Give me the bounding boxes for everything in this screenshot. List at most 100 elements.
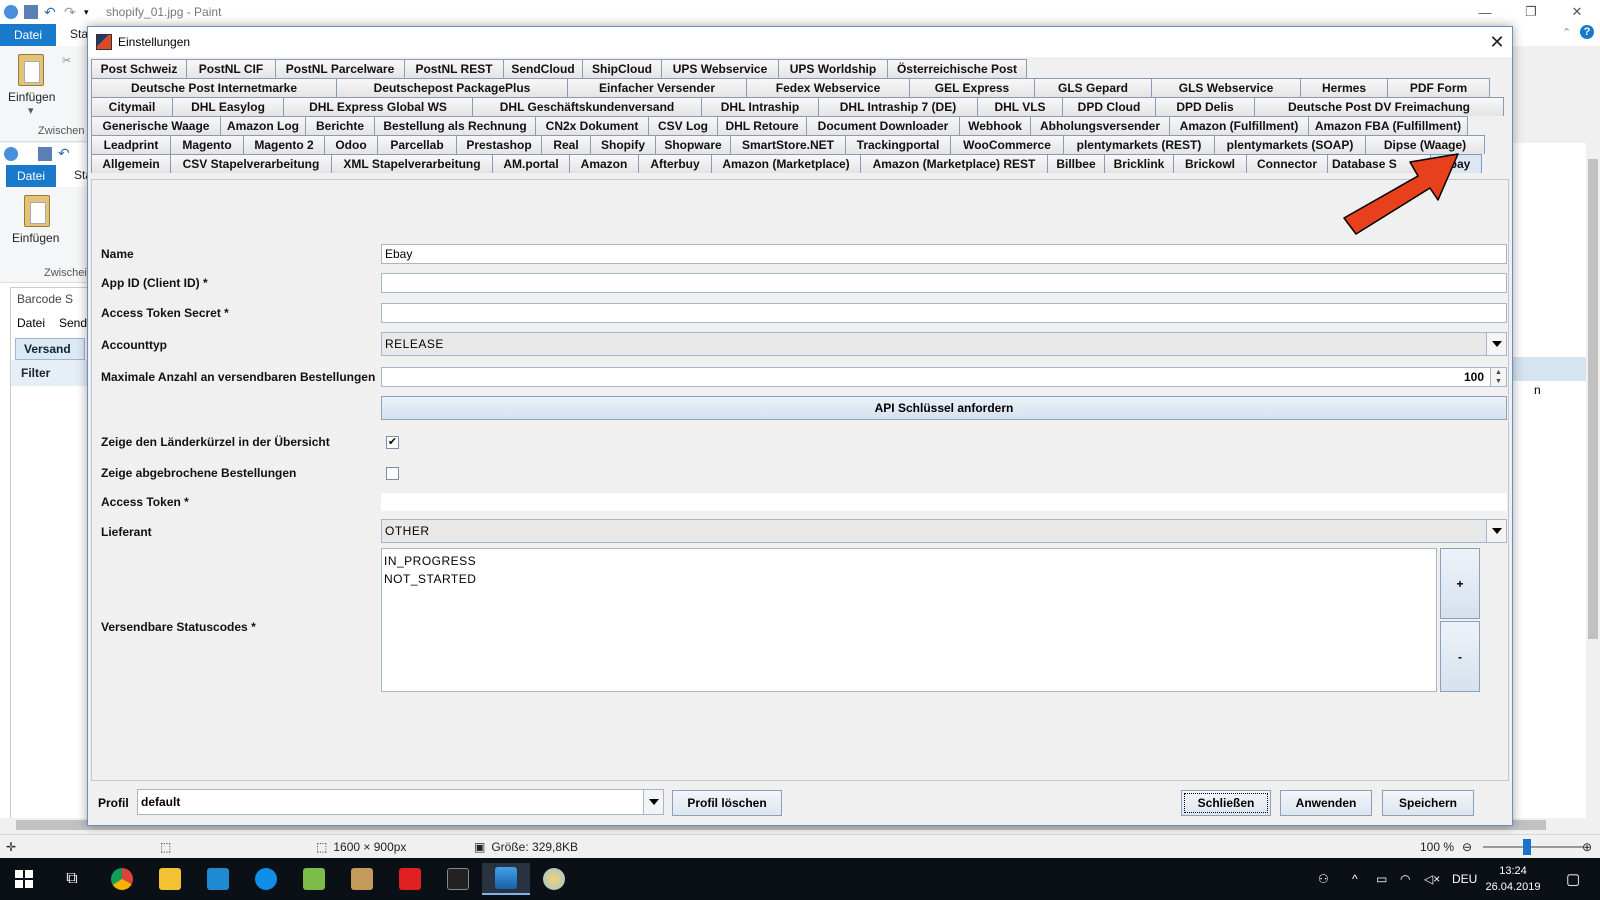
tab-hermes[interactable]: Hermes bbox=[1300, 78, 1388, 97]
barcode-filter-bar[interactable]: Filter bbox=[11, 360, 91, 386]
barcode-menu-send[interactable]: Send bbox=[59, 316, 87, 330]
tab-oesterreichische-post[interactable]: Österreichische Post bbox=[887, 59, 1027, 78]
ribbon-collapse-icon[interactable]: ⌃ bbox=[1562, 26, 1571, 39]
tab-postnl-cif[interactable]: PostNL CIF bbox=[186, 59, 276, 78]
tab-berichte[interactable]: Berichte bbox=[305, 116, 375, 135]
tab-amazon-marketplace[interactable]: Amazon (Marketplace) bbox=[711, 154, 861, 173]
tab-sendcloud[interactable]: SendCloud bbox=[503, 59, 583, 78]
tab-amazon[interactable]: Amazon bbox=[569, 154, 639, 173]
profil-select[interactable]: default bbox=[137, 789, 664, 815]
tab-fedex-webservice[interactable]: Fedex Webservice bbox=[746, 78, 910, 97]
notification-icon[interactable]: ▢ bbox=[1566, 858, 1580, 900]
access-token-field[interactable] bbox=[381, 493, 1507, 511]
tab-dhl-geschaeftskundenversand[interactable]: DHL Geschäftskundenversand bbox=[472, 97, 702, 116]
tab-real[interactable]: Real bbox=[541, 135, 591, 154]
tab-brickowl[interactable]: Brickowl bbox=[1173, 154, 1247, 173]
minimize-icon[interactable]: — bbox=[1462, 0, 1508, 24]
inner-datei-tab[interactable]: Datei bbox=[6, 165, 56, 187]
profil-loeschen-button[interactable]: Profil löschen bbox=[672, 790, 782, 816]
barcode-menu-datei[interactable]: Datei bbox=[17, 316, 45, 330]
tab-csv-stapelverarbeitung[interactable]: CSV Stapelverarbeitung bbox=[170, 154, 332, 173]
tab-leadprint[interactable]: Leadprint bbox=[91, 135, 171, 154]
tab-document-downloader[interactable]: Document Downloader bbox=[806, 116, 960, 135]
tab-citymail[interactable]: Citymail bbox=[91, 97, 173, 116]
list-item[interactable]: NOT_STARTED bbox=[384, 570, 1434, 588]
vertical-scrollbar[interactable] bbox=[1586, 143, 1600, 823]
battery-icon[interactable]: ▭ bbox=[1376, 858, 1387, 900]
zoom-slider-track[interactable] bbox=[1483, 846, 1583, 848]
start-button[interactable] bbox=[0, 863, 48, 895]
tab-abholungsversender[interactable]: Abholungsversender bbox=[1030, 116, 1170, 135]
remove-statuscode-button[interactable]: - bbox=[1440, 621, 1480, 692]
tab-deutsche-post-dv-freimachung[interactable]: Deutsche Post DV Freimachung bbox=[1254, 97, 1504, 116]
dialog-close-icon[interactable]: ✕ bbox=[1482, 27, 1512, 57]
tab-dhl-easylog[interactable]: DHL Easylog bbox=[172, 97, 284, 116]
inner-einfuegen-label[interactable]: Einfügen bbox=[12, 231, 59, 245]
maximize-icon[interactable]: ❐ bbox=[1508, 0, 1554, 24]
schliessen-button[interactable]: Schließen bbox=[1181, 790, 1271, 816]
tab-shipcloud[interactable]: ShipCloud bbox=[582, 59, 662, 78]
tab-afterbuy[interactable]: Afterbuy bbox=[638, 154, 712, 173]
tab-postnl-rest[interactable]: PostNL REST bbox=[404, 59, 504, 78]
tab-gls-gepard[interactable]: GLS Gepard bbox=[1034, 78, 1152, 97]
tab-magento[interactable]: Magento bbox=[170, 135, 244, 154]
clipboard-icon[interactable] bbox=[18, 54, 44, 86]
tab-ups-webservice[interactable]: UPS Webservice bbox=[661, 59, 779, 78]
help-icon[interactable]: ? bbox=[1580, 25, 1594, 39]
language-indicator[interactable]: DEU bbox=[1452, 858, 1477, 900]
stepper-down-icon[interactable]: ▼ bbox=[1491, 377, 1506, 386]
tab-magento-2[interactable]: Magento 2 bbox=[243, 135, 325, 154]
abgebrochene-checkbox[interactable] bbox=[386, 467, 399, 480]
tab-amazon-fba-fulfillment[interactable]: Amazon FBA (Fulfillment) bbox=[1308, 116, 1468, 135]
redo-icon[interactable]: ↷ bbox=[64, 5, 78, 19]
tab-amazon-log[interactable]: Amazon Log bbox=[220, 116, 306, 135]
laenderkuerzel-checkbox[interactable]: ✔ bbox=[386, 436, 399, 449]
tab-bricklink[interactable]: Bricklink bbox=[1104, 154, 1174, 173]
tab-dhl-intraship-7[interactable]: DHL Intraship 7 (DE) bbox=[818, 97, 978, 116]
inner-save-icon[interactable] bbox=[38, 147, 52, 161]
vertical-scroll-thumb[interactable] bbox=[1588, 159, 1598, 639]
tab-deutschepost-packageplus[interactable]: Deutschepost PackagePlus bbox=[336, 78, 568, 97]
chevron-down-icon[interactable] bbox=[1486, 333, 1506, 355]
max-bestellungen-stepper[interactable]: 100 ▲ ▼ bbox=[381, 367, 1507, 387]
tab-csv-log[interactable]: CSV Log bbox=[648, 116, 718, 135]
tab-plentymarkets-rest[interactable]: plentymarkets (REST) bbox=[1063, 135, 1215, 154]
people-icon[interactable]: ⚇ bbox=[1318, 858, 1329, 900]
tray-chevron-icon[interactable]: ^ bbox=[1352, 858, 1358, 900]
tab-allgemein[interactable]: Allgemein bbox=[91, 154, 171, 173]
chevron-down-icon[interactable] bbox=[643, 790, 663, 814]
zoom-slider-thumb[interactable] bbox=[1523, 839, 1531, 855]
zoom-out-icon[interactable]: ⊖ bbox=[1462, 840, 1472, 854]
tab-shopify[interactable]: Shopify bbox=[590, 135, 656, 154]
tab-einfacher-versender[interactable]: Einfacher Versender bbox=[567, 78, 747, 97]
task-view-button[interactable]: ⧉ bbox=[48, 863, 96, 895]
taskbar-vscode[interactable] bbox=[194, 863, 242, 895]
tab-amazon-fulfillment[interactable]: Amazon (Fulfillment) bbox=[1169, 116, 1309, 135]
wifi-icon[interactable]: ◠ bbox=[1400, 858, 1410, 900]
taskbar-terminal[interactable] bbox=[434, 863, 482, 895]
tab-generische-waage[interactable]: Generische Waage bbox=[91, 116, 221, 135]
cut-icon[interactable]: ✂ bbox=[62, 54, 71, 67]
taskbar-explorer[interactable] bbox=[146, 863, 194, 895]
stepper-up-icon[interactable]: ▲ bbox=[1491, 368, 1506, 377]
taskbar-notepad[interactable] bbox=[290, 863, 338, 895]
save-icon[interactable] bbox=[24, 5, 38, 19]
tab-amazon-marketplace-rest[interactable]: Amazon (Marketplace) REST bbox=[860, 154, 1048, 173]
close-icon[interactable]: ✕ bbox=[1554, 0, 1600, 24]
tab-deutsche-post-internetmarke[interactable]: Deutsche Post Internetmarke bbox=[91, 78, 337, 97]
tab-dhl-retoure[interactable]: DHL Retoure bbox=[717, 116, 807, 135]
tab-cn2x-dokument[interactable]: CN2x Dokument bbox=[535, 116, 649, 135]
taskbar-clock[interactable]: 13:24 26.04.2019 bbox=[1478, 863, 1548, 895]
taskbar-barcode-app[interactable] bbox=[482, 863, 530, 895]
tab-dpd-cloud[interactable]: DPD Cloud bbox=[1062, 97, 1156, 116]
tab-smartstore-net[interactable]: SmartStore.NET bbox=[730, 135, 846, 154]
taskbar-package[interactable] bbox=[338, 863, 386, 895]
tab-dhl-vls[interactable]: DHL VLS bbox=[977, 97, 1063, 116]
barcode-tab-versand[interactable]: Versand bbox=[15, 338, 85, 360]
tab-dpd-delis[interactable]: DPD Delis bbox=[1155, 97, 1255, 116]
stepper-buttons[interactable]: ▲ ▼ bbox=[1490, 368, 1506, 386]
einfuegen-label[interactable]: Einfügen bbox=[8, 90, 55, 104]
app-id-field[interactable] bbox=[381, 273, 1507, 293]
taskbar-teamviewer[interactable] bbox=[242, 863, 290, 895]
tab-gls-webservice[interactable]: GLS Webservice bbox=[1151, 78, 1301, 97]
